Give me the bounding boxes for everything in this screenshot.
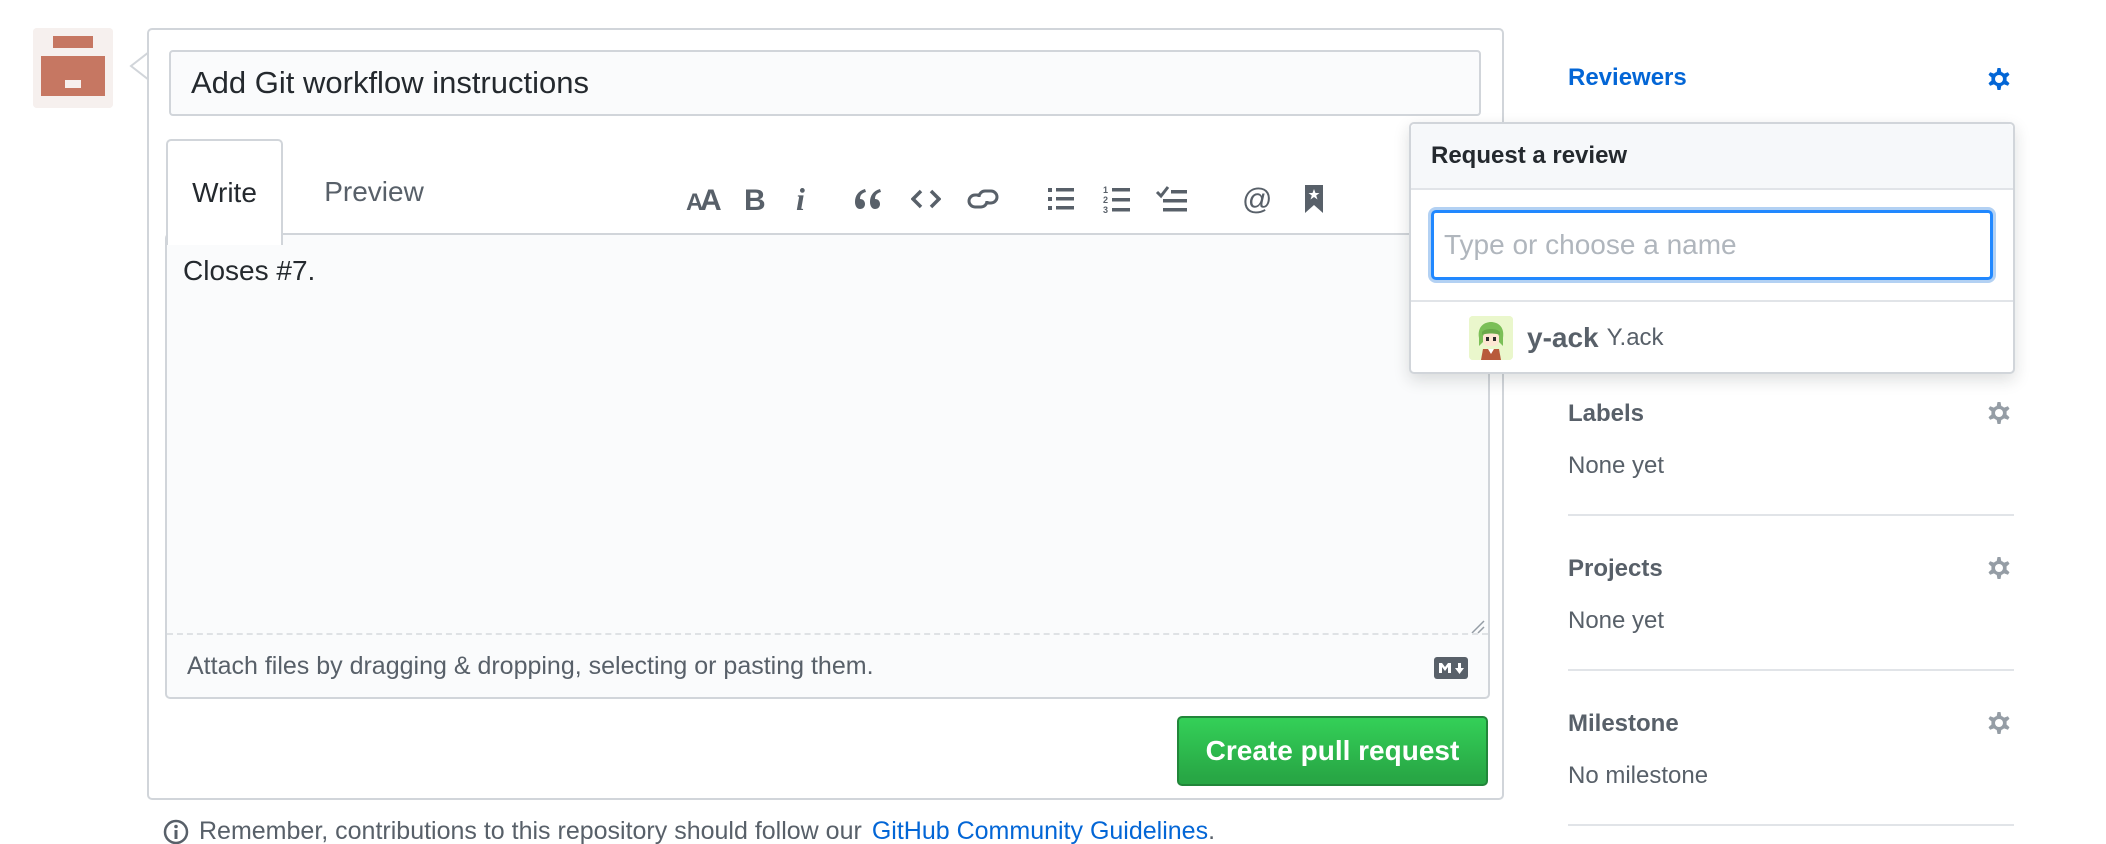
bulleted-list-icon[interactable]	[1039, 175, 1083, 223]
popover-header: Request a review	[1411, 124, 2013, 190]
milestone-gear-icon[interactable]	[1984, 708, 2014, 738]
editor-tabnav: Write Preview AA B i 1 2 3 @	[149, 139, 1502, 245]
svg-text:3: 3	[1103, 205, 1108, 214]
body-editor[interactable]: Closes #7. Attach files by dragging & dr…	[165, 233, 1490, 699]
contribution-note: Remember, contributions to this reposito…	[163, 817, 1215, 844]
sidebar-divider	[1568, 669, 2014, 671]
svg-text:B: B	[744, 184, 766, 214]
identicon-image	[33, 28, 113, 108]
projects-gear-icon[interactable]	[1984, 553, 2014, 583]
reviewer-full-name: Y.ack	[1606, 324, 1664, 351]
bookmark-icon[interactable]	[1292, 175, 1336, 223]
mention-icon[interactable]: @	[1235, 175, 1279, 223]
note-trailing: .	[1208, 817, 1216, 844]
milestone-heading[interactable]: Milestone	[1568, 710, 1679, 738]
code-icon[interactable]	[904, 175, 948, 223]
attach-hint: Attach files by dragging & dropping, sel…	[187, 651, 874, 680]
svg-text:@: @	[1242, 183, 1272, 215]
reviewer-search-input[interactable]	[1431, 210, 1993, 280]
reviewers-heading[interactable]: Reviewers	[1568, 64, 1687, 92]
composer-caret	[129, 52, 149, 80]
file-attachment-bar[interactable]: Attach files by dragging & dropping, sel…	[167, 633, 1488, 697]
note-text: Remember, contributions to this reposito…	[199, 817, 862, 844]
italic-icon[interactable]: i	[780, 175, 824, 223]
svg-text:1: 1	[1103, 185, 1108, 195]
sidebar-divider	[1568, 514, 2014, 516]
sidebar-divider	[1568, 824, 2014, 826]
projects-heading[interactable]: Projects	[1568, 555, 1663, 583]
labels-gear-icon[interactable]	[1984, 398, 2014, 428]
request-review-popover: Request a review y-ack Y.ack	[1409, 122, 2015, 374]
reviewer-login: y-ack	[1527, 322, 1599, 353]
labels-heading[interactable]: Labels	[1568, 400, 1644, 428]
create-pull-request-button[interactable]: Create pull request	[1177, 716, 1488, 786]
quote-icon[interactable]	[846, 175, 890, 223]
popover-filter	[1411, 190, 2013, 302]
body-textarea-value: Closes #7.	[183, 255, 316, 286]
link-icon[interactable]	[961, 175, 1005, 223]
title-input[interactable]: Add Git workflow instructions	[169, 50, 1481, 116]
numbered-list-icon[interactable]: 123	[1095, 175, 1139, 223]
projects-value: None yet	[1568, 607, 1665, 634]
svg-text:2: 2	[1103, 195, 1108, 205]
author-avatar[interactable]	[33, 28, 113, 108]
markdown-icon[interactable]	[1434, 657, 1468, 679]
svg-text:A: A	[700, 184, 722, 214]
reviewers-gear-icon[interactable]	[1984, 64, 2014, 94]
text-size-icon[interactable]: AA	[682, 175, 726, 223]
community-guidelines-link[interactable]: GitHub Community Guidelines	[872, 817, 1208, 844]
bold-icon[interactable]: B	[732, 175, 776, 223]
markdown-toolbar: AA B i 123 @	[149, 175, 1502, 223]
svg-text:i: i	[796, 183, 805, 215]
info-icon	[163, 819, 189, 844]
reviewer-avatar	[1469, 316, 1513, 360]
milestone-value: No milestone	[1568, 762, 1709, 789]
tab-write[interactable]: Write	[166, 139, 283, 245]
reviewer-suggestion[interactable]: y-ack Y.ack	[1411, 302, 2013, 374]
labels-value: None yet	[1568, 452, 1665, 479]
pull-request-composer: Add Git workflow instructions Write Prev…	[147, 28, 1504, 800]
task-list-icon[interactable]	[1150, 175, 1194, 223]
